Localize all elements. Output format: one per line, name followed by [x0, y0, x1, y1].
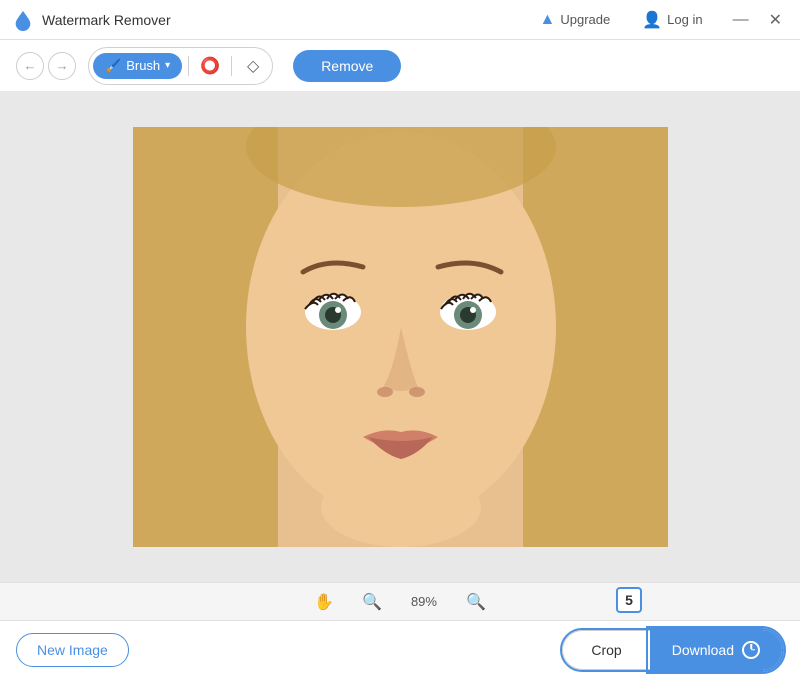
brush-label: Brush	[126, 58, 160, 73]
clock-icon	[742, 641, 760, 659]
tool-group: 🖌️ Brush ▾ ⭕ ◇	[88, 47, 273, 85]
brush-button[interactable]: 🖌️ Brush ▾	[93, 53, 182, 79]
status-bar: ✋ 🔍 89% 🔍 5	[0, 582, 800, 620]
download-button[interactable]: Download	[650, 630, 782, 670]
lasso-icon: ⭕	[200, 56, 220, 76]
minimize-button[interactable]: —	[727, 9, 755, 31]
step-number: 5	[625, 592, 633, 608]
redo-button[interactable]: →	[48, 52, 76, 80]
remove-button[interactable]: Remove	[293, 50, 401, 82]
upgrade-label: Upgrade	[560, 12, 610, 27]
eraser-button[interactable]: ◇	[238, 51, 268, 81]
login-icon: 👤	[642, 10, 662, 30]
zoom-in-button[interactable]: 🔍	[460, 590, 492, 614]
history-buttons: ← →	[16, 52, 76, 80]
zoom-in-icon: 🔍	[466, 594, 486, 611]
download-group: Crop Download	[560, 628, 784, 672]
app-logo-icon	[12, 9, 34, 31]
bottom-bar: New Image Crop Download	[0, 620, 800, 678]
zoom-out-button[interactable]: 🔍	[356, 590, 388, 614]
undo-icon: ←	[24, 58, 37, 73]
title-right: ▲ Upgrade 👤 Log in — ✕	[532, 6, 788, 34]
upgrade-icon: ▲	[540, 11, 556, 29]
redo-icon: →	[56, 58, 69, 73]
face-portrait	[133, 127, 668, 547]
title-left: Watermark Remover	[12, 9, 171, 31]
lasso-button[interactable]: ⭕	[195, 51, 225, 81]
zoom-level: 89%	[404, 594, 444, 609]
close-button[interactable]: ✕	[763, 8, 788, 32]
login-label: Log in	[667, 12, 702, 27]
remove-label: Remove	[321, 58, 373, 74]
toolbar: ← → 🖌️ Brush ▾ ⭕ ◇ Remove	[0, 40, 800, 92]
zoom-out-icon: 🔍	[362, 594, 382, 611]
main-area	[0, 92, 800, 582]
pan-button[interactable]: ✋	[308, 590, 340, 614]
new-image-label: New Image	[37, 642, 108, 658]
tool-divider-2	[231, 56, 232, 76]
app-title: Watermark Remover	[42, 12, 171, 28]
eraser-icon: ◇	[247, 56, 259, 76]
chevron-down-icon: ▾	[165, 60, 170, 71]
step-badge: 5	[616, 587, 642, 613]
login-button[interactable]: 👤 Log in	[634, 6, 710, 34]
undo-button[interactable]: ←	[16, 52, 44, 80]
upgrade-button[interactable]: ▲ Upgrade	[532, 7, 619, 33]
image-container	[133, 127, 668, 547]
tool-divider	[188, 56, 189, 76]
crop-button[interactable]: Crop	[562, 630, 649, 670]
title-bar: Watermark Remover ▲ Upgrade 👤 Log in — ✕	[0, 0, 800, 40]
crop-label: Crop	[591, 642, 621, 658]
window-controls: — ✕	[727, 8, 788, 32]
main-image[interactable]	[133, 127, 668, 547]
download-label: Download	[672, 642, 734, 658]
brush-icon: 🖌️	[105, 58, 121, 74]
pan-icon: ✋	[314, 594, 334, 611]
